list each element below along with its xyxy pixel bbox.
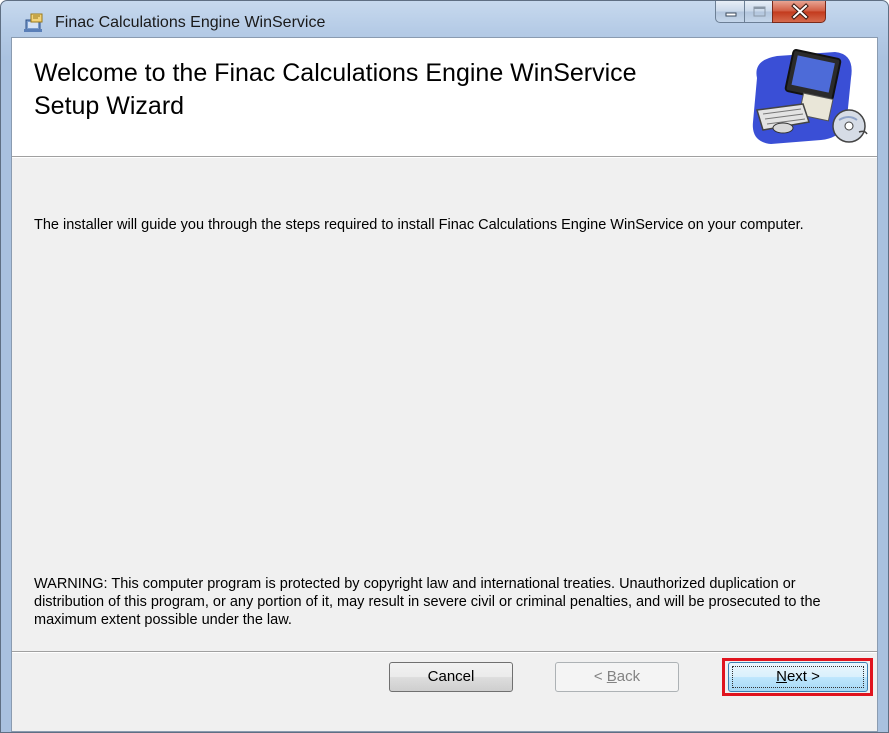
minimize-icon (725, 12, 737, 17)
wizard-client-area: Welcome to the Finac Calculations Engine… (11, 37, 878, 732)
next-button[interactable]: Next > (728, 662, 868, 692)
installer-window: Finac Calculations Engine WinService Wel… (0, 0, 889, 733)
minimize-button[interactable] (715, 1, 745, 23)
banner-separator (12, 157, 877, 158)
maximize-button[interactable] (744, 1, 773, 23)
back-button[interactable]: < Back (555, 662, 679, 692)
back-button-prefix: < (593, 668, 607, 685)
title-bar[interactable]: Finac Calculations Engine WinService (1, 1, 888, 37)
wizard-banner: Welcome to the Finac Calculations Engine… (12, 38, 877, 157)
close-button[interactable] (772, 1, 826, 23)
maximize-icon (753, 6, 766, 17)
back-button-label-rest: ack (616, 668, 641, 685)
focus-rectangle (732, 666, 864, 688)
intro-text: The installer will guide you through the… (34, 217, 804, 233)
close-icon (791, 3, 809, 20)
page-title: Welcome to the Finac Calculations Engine… (34, 59, 637, 120)
cancel-button[interactable]: Cancel (389, 662, 513, 692)
computer-setup-icon (743, 48, 871, 152)
copyright-warning-text: WARNING: This computer program is protec… (34, 576, 821, 628)
installer-icon (23, 12, 45, 34)
window-title: Finac Calculations Engine WinService (55, 14, 326, 31)
back-button-accelerator: B (606, 668, 617, 685)
footer-divider-highlight (12, 652, 877, 653)
